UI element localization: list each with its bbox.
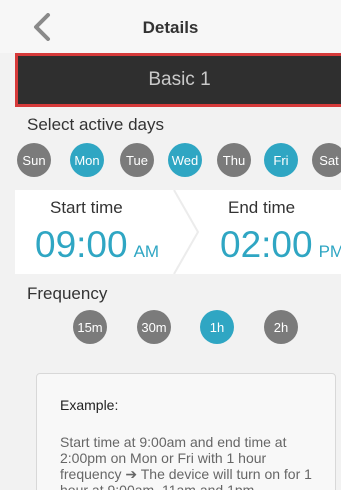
start-time-digits: 09:00 [35,224,128,265]
frequency-option-2h[interactable]: 2h [264,310,298,344]
day-toggle-fri[interactable]: Fri [264,143,298,177]
end-time-digits: 02:00 [220,224,313,265]
start-time-ampm: AM [133,242,160,261]
divider-chevron-icon [173,190,200,274]
frequency-option-1h[interactable]: 1h [200,310,234,344]
frequency-label: Frequency [27,284,108,303]
day-toggle-mon[interactable]: Mon [70,143,104,177]
example-box: Example: Start time at 9:00am and end ti… [36,373,336,490]
start-time-value[interactable]: 09:00 AM [35,224,159,266]
day-toggle-wed[interactable]: Wed [168,143,202,177]
end-time-ampm: PM [318,242,341,261]
day-toggle-thu[interactable]: Thu [217,143,251,177]
days-label: Select active days [27,115,165,134]
example-title: Example: [60,397,119,413]
page-title: Details [142,18,199,37]
day-toggle-tue[interactable]: Tue [120,143,154,177]
day-toggle-sat[interactable]: Sat [312,143,341,177]
end-time-label: End time [228,198,296,217]
example-text: Start time at 9:00am and end time at 2:0… [60,434,312,490]
frequency-option-30m[interactable]: 30m [137,310,171,344]
day-toggle-sun[interactable]: Sun [17,143,51,177]
end-time-value[interactable]: 02:00 PM [220,224,341,266]
schedule-name-bar[interactable]: Basic 1 [15,53,341,107]
schedule-name: Basic 1 [148,69,211,90]
frequency-option-15m[interactable]: 15m [73,310,107,344]
header-bar: Details [0,0,341,53]
start-time-label: Start time [50,198,123,217]
time-panel: Start time 09:00 AM End time 02:00 PM [15,190,341,274]
